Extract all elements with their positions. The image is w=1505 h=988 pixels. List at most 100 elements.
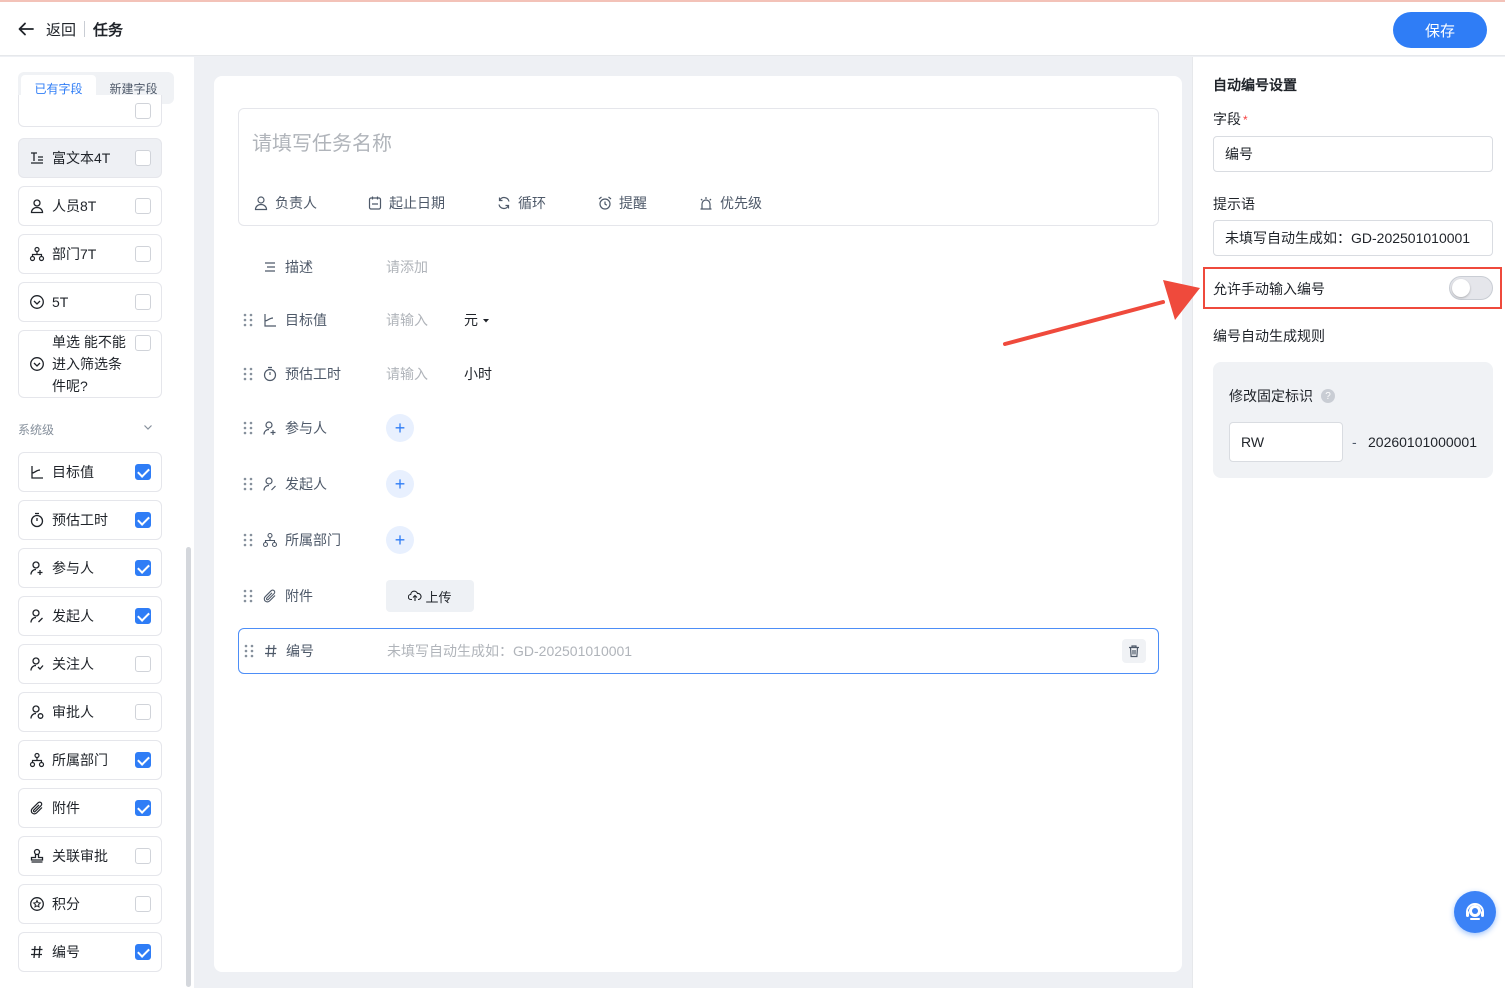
task-name-input[interactable]: 请填写任务名称 xyxy=(252,127,392,156)
field-name-label: 字段 * xyxy=(1213,111,1248,127)
back-label: 返回 xyxy=(46,21,77,39)
field-item-estimate[interactable]: 预估工时 xyxy=(18,500,162,540)
attachment-icon xyxy=(263,589,276,603)
system-group-header[interactable]: 系统级 xyxy=(18,421,154,438)
toggle-knob xyxy=(1452,279,1470,297)
field-checkbox[interactable] xyxy=(135,335,151,351)
customer-service-button[interactable] xyxy=(1454,891,1496,933)
field-checkbox[interactable] xyxy=(135,608,151,624)
field-checkbox[interactable] xyxy=(135,800,151,816)
field-checkbox[interactable] xyxy=(135,102,151,119)
target-input[interactable]: 请输入 xyxy=(386,310,428,330)
field-item-attachment[interactable]: 附件 xyxy=(18,788,162,828)
field-item-initiator[interactable]: 发起人 xyxy=(18,596,162,636)
drag-handle-icon[interactable] xyxy=(242,532,254,548)
row-label: 描述 xyxy=(285,259,313,275)
alarm-icon xyxy=(598,196,612,210)
field-item-department[interactable]: 部门7T xyxy=(18,234,162,274)
field-item-approver[interactable]: 审批人 xyxy=(18,692,162,732)
select-icon xyxy=(30,295,44,309)
help-icon[interactable]: ? xyxy=(1321,389,1335,403)
system-group-label: 系统级 xyxy=(18,423,55,437)
points-icon xyxy=(30,897,44,911)
field-item-owning-department[interactable]: 所属部门 xyxy=(18,740,162,780)
field-item-label: 积分 xyxy=(52,896,80,912)
rule-section-label: 编号自动生成规则 xyxy=(1213,328,1325,344)
row-label: 参与人 xyxy=(285,420,327,436)
field-item-points[interactable]: 积分 xyxy=(18,884,162,924)
prefix-input[interactable]: RW xyxy=(1229,422,1343,462)
field-item-label: 发起人 xyxy=(52,608,94,624)
field-checkbox[interactable] xyxy=(135,848,151,864)
required-mark: * xyxy=(1243,113,1248,127)
field-item-target[interactable]: 目标值 xyxy=(18,452,162,492)
quick-action-label: 起止日期 xyxy=(389,195,445,211)
field-checkbox[interactable] xyxy=(135,246,151,262)
add-participant-button[interactable]: + xyxy=(386,414,414,442)
annotation-arrow xyxy=(1003,280,1200,346)
field-checkbox[interactable] xyxy=(135,896,151,912)
upload-button[interactable]: 上传 xyxy=(386,580,474,612)
field-checkbox[interactable] xyxy=(135,560,151,576)
field-checkbox[interactable] xyxy=(135,294,151,310)
field-item-person[interactable]: 人员8T xyxy=(18,186,162,226)
field-checkbox[interactable] xyxy=(135,656,151,672)
title-divider xyxy=(84,21,86,37)
form-row-participant: 参与人 + xyxy=(238,406,1159,450)
field-checkbox[interactable] xyxy=(135,512,151,528)
add-initiator-button[interactable]: + xyxy=(386,470,414,498)
drag-handle-icon[interactable] xyxy=(243,643,255,659)
field-checkbox[interactable] xyxy=(135,752,151,768)
back-link[interactable]: 返回 任务 xyxy=(16,16,123,42)
target-icon xyxy=(264,314,276,327)
field-checkbox[interactable] xyxy=(135,704,151,720)
field-checkbox[interactable] xyxy=(135,464,151,480)
field-item-number[interactable]: 编号 xyxy=(18,932,162,972)
field-item-label: 参与人 xyxy=(52,560,94,576)
number-rule-box: 修改固定标识 ? RW - 20260101000001 xyxy=(1213,362,1493,478)
field-item-rich-text[interactable]: 富文本4T xyxy=(18,138,162,178)
field-item-participant[interactable]: 参与人 xyxy=(18,548,162,588)
field-checkbox[interactable] xyxy=(135,150,151,166)
description-input[interactable]: 请添加 xyxy=(386,257,428,277)
drag-handle-icon[interactable] xyxy=(242,366,254,382)
hint-input[interactable]: 未填写自动生成如：GD-202501010001 xyxy=(1213,220,1493,256)
field-name-input[interactable]: 编号 xyxy=(1213,136,1493,172)
auto-number-settings-panel: 自动编号设置 字段 * 编号 提示语 未填写自动生成如：GD-2025010100… xyxy=(1192,57,1505,988)
form-row-number[interactable]: 编号 未填写自动生成如：GD-202501010001 xyxy=(238,628,1159,674)
target-icon xyxy=(31,466,43,479)
field-item-follower[interactable]: 关注人 xyxy=(18,644,162,684)
field-item-label: 5T xyxy=(52,294,69,310)
field-item-label: 人员8T xyxy=(52,198,97,214)
add-department-button[interactable]: + xyxy=(386,526,414,554)
field-sidebar: 已有字段 新建字段 富文本4T 人员8T 部门7T 5T 单选 能不能进入筛选条… xyxy=(0,57,194,988)
field-item-single-select[interactable]: 单选 能不能进入筛选条件呢? xyxy=(18,330,162,398)
manual-input-toggle[interactable] xyxy=(1449,276,1493,300)
quick-date-range[interactable]: 起止日期 xyxy=(367,193,445,213)
form-row-initiator: 发起人 + xyxy=(238,462,1159,506)
sidebar-scrollbar[interactable] xyxy=(186,547,191,987)
drag-handle-icon[interactable] xyxy=(242,420,254,436)
drag-handle-icon[interactable] xyxy=(242,588,254,604)
quick-repeat[interactable]: 循环 xyxy=(496,193,546,213)
drag-handle-icon[interactable] xyxy=(242,312,254,328)
drag-handle-icon[interactable] xyxy=(242,476,254,492)
person-icon xyxy=(254,196,268,211)
select-icon xyxy=(30,357,44,371)
cloud-upload-icon xyxy=(408,590,423,601)
number-input[interactable]: 未填写自动生成如：GD-202501010001 xyxy=(387,641,632,661)
save-button[interactable]: 保存 xyxy=(1393,12,1487,48)
quick-owner[interactable]: 负责人 xyxy=(253,193,317,213)
quick-reminder[interactable]: 提醒 xyxy=(597,193,647,213)
field-checkbox[interactable] xyxy=(135,944,151,960)
field-checkbox[interactable] xyxy=(135,198,151,214)
page-title: 任务 xyxy=(93,21,124,39)
estimate-input[interactable]: 请输入 xyxy=(386,364,428,384)
field-item-5t[interactable]: 5T xyxy=(18,282,162,322)
currency-unit-select[interactable]: 元 xyxy=(464,310,494,330)
form-row-attachment: 附件 上传 xyxy=(238,574,1159,618)
field-item-hidden[interactable] xyxy=(18,95,162,127)
quick-priority[interactable]: 优先级 xyxy=(698,193,762,213)
delete-field-button[interactable] xyxy=(1122,639,1146,663)
field-item-linked-approval[interactable]: 关联审批 xyxy=(18,836,162,876)
